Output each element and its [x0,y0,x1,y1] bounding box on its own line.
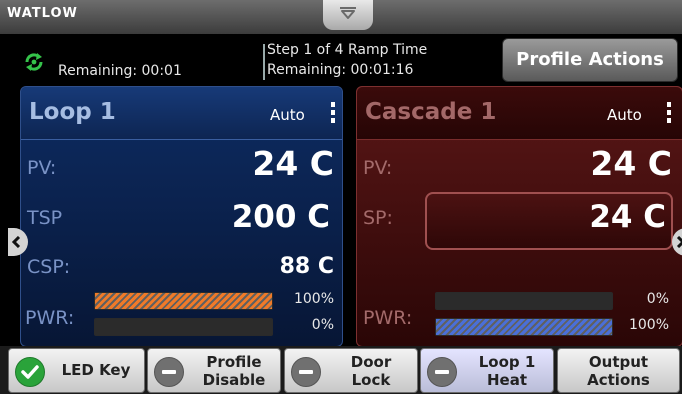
cycle-arrows-icon [25,53,43,71]
cascade-1-header: Cascade 1 Auto [357,87,682,140]
check-icon [15,357,45,387]
minus-icon [291,357,321,387]
led-key-button[interactable]: LED Key [8,348,145,393]
pwr-label: PWR: [363,307,413,329]
softkey-label-line1: Profile [206,353,262,371]
sp-label: SP: [363,207,393,229]
softkey-label-line1: Output [588,353,649,371]
csp-label: CSP: [27,256,71,278]
loop-1-header: Loop 1 Auto [21,87,342,140]
brand-logo-text: WATLOW [7,6,78,21]
kebab-menu-icon[interactable] [330,102,336,128]
step-remaining-time: Remaining: 00:01:16 [267,62,414,78]
controller-screen: WATLOW Remaining: 00:01 Step 1 of 4 Ramp… [0,0,682,394]
door-lock-button[interactable]: Door Lock [284,348,418,393]
step-info: Step 1 of 4 Ramp Time [267,42,428,58]
heat-power-percent: 0% [646,291,669,307]
heat-power-bar [435,292,613,310]
minus-icon [154,357,184,387]
cool-power-percent: 100% [628,317,669,333]
softkey-label-line2: Lock [351,371,391,389]
cascade-1-panel[interactable]: Cascade 1 Auto PV: 24 C SP: 24 C PWR: 0%… [356,86,682,347]
profile-remaining-time: Remaining: 00:01 [58,63,182,79]
heat-power-percent: 100% [293,291,334,307]
loop-mode: Auto [607,106,642,124]
brand-bar: WATLOW [0,0,682,34]
loop-1-heat-button[interactable]: Loop 1 Heat [420,348,554,393]
output-actions-button[interactable]: Output Actions [557,348,680,393]
cool-power-percent: 0% [311,317,334,333]
chevron-left-icon [11,236,21,248]
softkey-label-line2: Actions [587,371,650,389]
softkey-label-line2: Disable [202,371,266,389]
soft-key-bar: LED Key Profile Disable Door Lock Loop 1… [0,346,682,394]
pv-label: PV: [27,157,57,179]
loop-title: Loop 1 [29,99,116,125]
softkey-label: LED Key [61,361,131,379]
cool-power-bar [94,318,273,336]
minus-icon [427,357,457,387]
csp-value: 88 C [279,254,334,279]
heat-power-bar [94,292,273,310]
pv-label: PV: [363,157,393,179]
cool-power-fill [436,319,612,335]
softkey-label-line2: Heat [486,371,528,389]
profile-status-row: Remaining: 00:01 Step 1 of 4 Ramp Time R… [0,34,682,84]
cool-power-bar [435,318,613,336]
profile-disable-button[interactable]: Profile Disable [147,348,281,393]
sp-value: 24 C [589,199,666,235]
divider [263,44,265,80]
pv-value: 24 C [590,144,672,183]
kebab-menu-icon[interactable] [666,102,672,128]
heat-power-fill [95,293,272,309]
pwr-label: PWR: [25,307,75,329]
softkey-label-line1: Loop 1 [478,353,536,371]
loop-mode: Auto [270,106,305,124]
loop-1-panel[interactable]: Loop 1 Auto PV: 24 C TSP 200 C CSP: 88 C… [20,86,343,347]
profile-actions-button[interactable]: Profile Actions [502,38,678,82]
softkey-label-line1: Door [350,353,392,371]
tsp-label: TSP [27,207,63,229]
pull-down-tab[interactable] [323,0,373,30]
loop-title: Cascade 1 [365,99,497,125]
pv-value: 24 C [252,144,334,183]
chevron-down-icon [340,7,356,19]
chevron-right-icon [676,236,682,248]
tsp-value: 200 C [231,199,330,235]
